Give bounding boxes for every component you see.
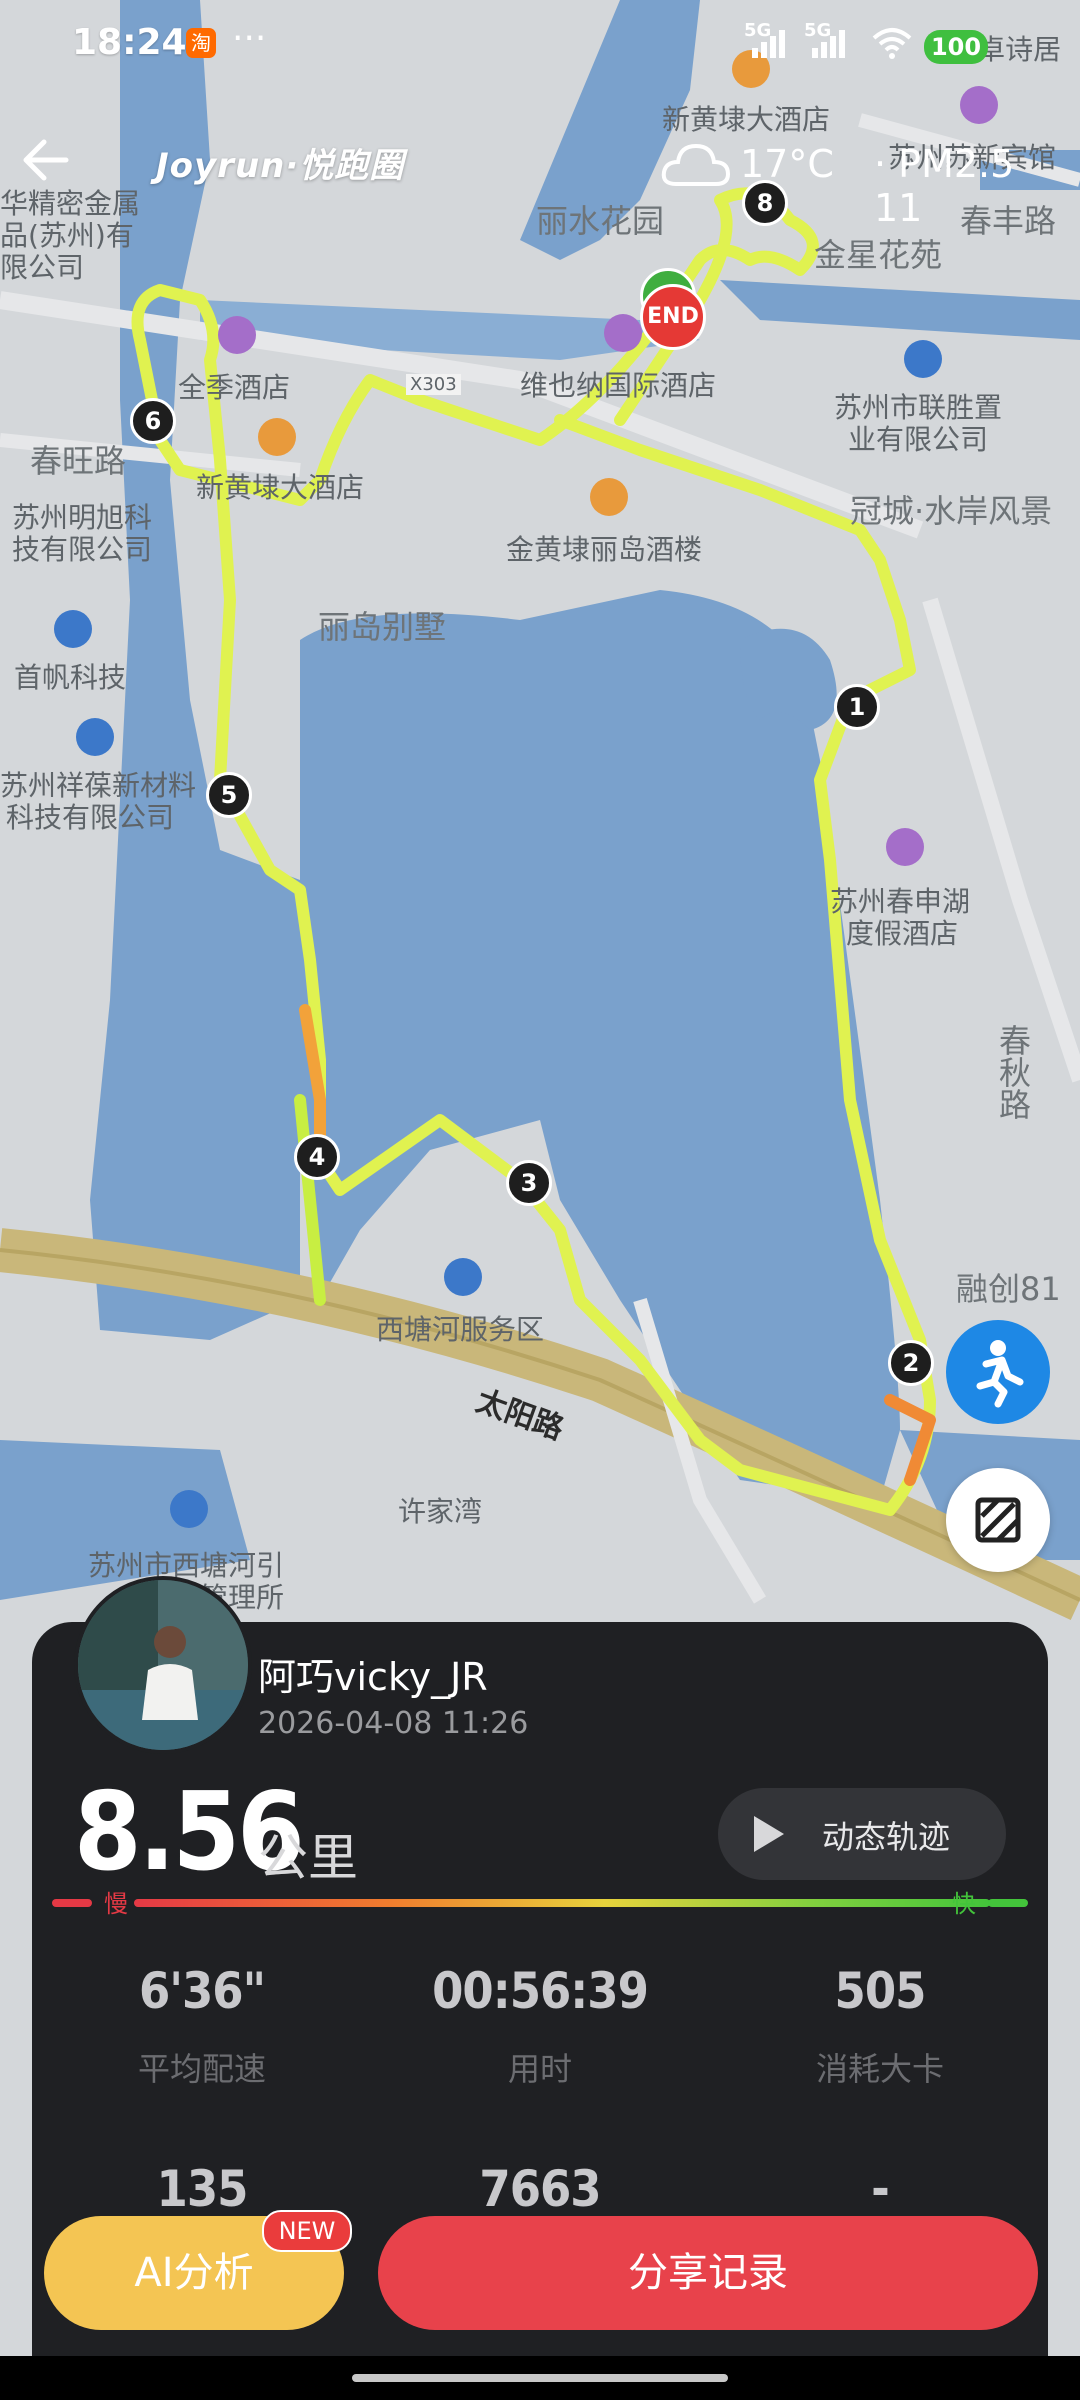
taobao-notification-icon: 淘 <box>186 28 216 58</box>
stat-label: 消耗大卡 <box>815 2050 944 2088</box>
status-time: 18:24 <box>72 22 187 63</box>
parking-poi-icon[interactable] <box>444 1258 482 1296</box>
map-label: 丽岛别墅 <box>318 608 447 646</box>
hotel-poi-icon[interactable] <box>886 828 924 866</box>
map-label: 业有限公司 <box>848 423 989 456</box>
map-label: 春秋路 <box>994 1024 1032 1120</box>
stat-label: 用时 <box>507 2050 572 2088</box>
location-poi-icon[interactable] <box>904 340 942 378</box>
pace-slow-label: 慢 <box>104 1890 128 1918</box>
replay-track-button[interactable]: 动态轨迹 <box>718 1788 1006 1880</box>
map-label: 维也纳国际酒店 <box>520 369 717 402</box>
map-label: 全季酒店 <box>178 371 291 404</box>
battery-indicator: 100 <box>924 30 988 64</box>
distance-unit: 公里 <box>258 1829 358 1887</box>
map-label: 技有限公司 <box>12 533 153 566</box>
fit-bounds-icon <box>975 1497 1021 1543</box>
map-label: 丽水花园 <box>536 202 665 240</box>
pace-legend: 慢 快 <box>52 1890 1028 1918</box>
signal-icon <box>812 30 848 58</box>
home-gesture-handle[interactable] <box>352 2374 728 2382</box>
end-marker[interactable]: END <box>640 284 706 350</box>
avatar-photo <box>78 1580 248 1750</box>
air-quality: · PM2.5 11 <box>874 142 1015 230</box>
system-nav-bar <box>0 2356 1080 2400</box>
brand-logo: Joyrun·悦跑圈 <box>156 146 405 186</box>
km-marker[interactable]: 2 <box>888 1340 934 1386</box>
stat-value: - <box>871 2160 890 2218</box>
pace-fast-label: 快 <box>952 1890 976 1918</box>
location-poi-icon[interactable] <box>76 718 114 756</box>
map-label: 新黄埭大酒店 <box>196 471 365 504</box>
run-datetime: 2026-04-08 11:26 <box>258 1706 529 1741</box>
share-record-button[interactable]: 分享记录 <box>378 2216 1038 2330</box>
status-bar: 18:24 淘 ··· 5G 5G 100 <box>0 0 1080 92</box>
replay-track-label: 动态轨迹 <box>822 1818 951 1856</box>
stat-value: 505 <box>834 1962 927 2020</box>
new-badge: NEW <box>262 2210 352 2252</box>
wifi-icon <box>872 28 912 59</box>
signal-icon <box>752 30 788 58</box>
back-button[interactable] <box>16 130 76 190</box>
map-label: 金黄埭丽岛酒楼 <box>506 533 703 566</box>
km-marker[interactable]: 3 <box>506 1160 552 1206</box>
map-label: 科技有限公司 <box>6 801 175 834</box>
location-poi-icon[interactable] <box>54 610 92 648</box>
landmark-poi-icon[interactable] <box>170 1490 208 1528</box>
pace-gradient <box>134 1899 990 1907</box>
map-label: 许家湾 <box>398 1495 483 1528</box>
stat-value: 6'36" <box>138 1962 266 2020</box>
restaurant-poi-icon[interactable] <box>258 418 296 456</box>
fit-route-button[interactable] <box>946 1468 1050 1572</box>
map-label: 限公司 <box>0 251 85 284</box>
cloud-icon <box>661 143 731 186</box>
avatar[interactable] <box>74 1576 252 1754</box>
stat-calories: 505 消耗大卡 <box>730 1962 1030 2090</box>
stat-label: 平均配速 <box>137 2050 266 2088</box>
stat-extra: - <box>730 2160 1030 2218</box>
restaurant-poi-icon[interactable] <box>590 478 628 516</box>
temperature: 17°C <box>740 142 834 186</box>
stat-duration: 00:56:39 用时 <box>390 1962 690 2090</box>
weather-info: 17°C · PM2.5 11 <box>660 134 1060 230</box>
back-arrow-icon <box>23 139 69 181</box>
runner-icon <box>976 1340 1024 1408</box>
stat-avg-pace: 6'36" 平均配速 <box>52 1962 352 2090</box>
hotel-poi-icon[interactable] <box>604 314 642 352</box>
hotel-poi-icon[interactable] <box>218 316 256 354</box>
stat-steps: 7663 <box>390 2160 690 2218</box>
map-label: 首帆科技 <box>14 661 127 694</box>
runner-location-button[interactable] <box>946 1320 1050 1424</box>
more-notifications-icon: ··· <box>232 18 267 59</box>
road-badge: X303 <box>406 374 461 395</box>
map-label: 西塘河服务区 <box>376 1313 545 1346</box>
play-icon <box>754 1816 784 1852</box>
map-label: 度假酒店 <box>846 917 959 950</box>
km-marker[interactable]: 6 <box>130 398 176 444</box>
stat-value: 00:56:39 <box>432 1962 649 2020</box>
km-marker[interactable]: 5 <box>206 772 252 818</box>
stat-value: 7663 <box>479 2160 601 2218</box>
top-header: Joyrun·悦跑圈 17°C · PM2.5 11 <box>0 118 1080 230</box>
map-label: 春旺路 <box>30 442 127 480</box>
map-label: 金星花苑 <box>814 236 943 274</box>
km-marker[interactable]: 1 <box>834 684 880 730</box>
map-label: 冠城·水岸风景 <box>850 492 1053 530</box>
map-label: 融创81 <box>956 1270 1061 1308</box>
username: 阿巧vicky_JR <box>258 1655 488 1699</box>
km-marker[interactable]: 4 <box>294 1134 340 1180</box>
